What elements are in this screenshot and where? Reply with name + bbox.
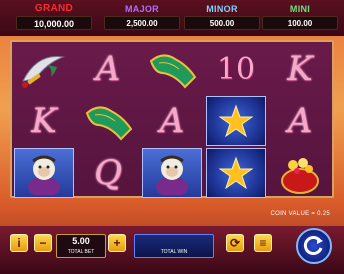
jackpot-mini-value: 100.00 (262, 16, 338, 30)
star-icon (219, 156, 253, 190)
jackpot-bar: GRAND 10,000.00 MAJOR 2,500.00 MINOR 500… (0, 0, 344, 36)
jackpot-mini: MINI 100.00 (262, 4, 338, 34)
symbol-k: K (270, 44, 330, 94)
jackpot-major-value: 2,500.00 (104, 16, 180, 30)
jackpot-major-label: MAJOR (124, 4, 159, 14)
jackpot-minor-label: MINOR (206, 4, 238, 14)
symbol-q: Q (78, 148, 138, 198)
jackpot-grand-value: 10,000.00 (16, 16, 92, 30)
info-button[interactable]: i (10, 234, 28, 252)
total-bet-display: 5.00 TOTAL BET (56, 234, 106, 258)
star-tile (206, 148, 266, 198)
total-win-label: TOTAL WIN (160, 249, 188, 255)
magic-carpet-icon (85, 106, 133, 141)
reel-symbol-text: A (95, 49, 121, 89)
coin-value: COIN VALUE = 0.25 (270, 211, 330, 217)
reel-symbol-text: K (287, 49, 313, 89)
reel-symbol-text: 10 (216, 51, 256, 87)
spin-arrow-icon (303, 236, 323, 255)
total-bet-value: 5.00 (72, 236, 90, 246)
minus-icon: − (39, 236, 47, 250)
symbol-a: A (270, 96, 330, 146)
monkey-tile (14, 148, 74, 198)
sword-icon (22, 56, 65, 88)
jackpot-minor-value: 500.00 (184, 16, 260, 30)
monkey-tile (142, 148, 202, 198)
total-bet-label: TOTAL BET (67, 249, 95, 255)
jackpot-grand-label: GRAND (34, 3, 74, 14)
total-win-display: TOTAL WIN (134, 234, 214, 258)
autoplay-icon: ⟳ (229, 236, 241, 250)
star-tile (206, 96, 266, 146)
star-icon (219, 104, 253, 138)
symbol-carpet (78, 96, 138, 146)
magic-carpet-icon (149, 54, 197, 89)
monkey-icon (28, 155, 60, 195)
reel-symbol-text: A (287, 101, 313, 141)
symbol-sword (14, 44, 74, 94)
reel-grid: A 10 K K A A Q (10, 40, 334, 198)
spin-button[interactable] (296, 228, 332, 264)
plus-icon: + (113, 236, 121, 250)
symbol-carpet (142, 44, 202, 94)
monkey-icon (156, 155, 188, 195)
reel-symbol-text: Q (94, 153, 122, 193)
increase-bet-button[interactable]: + (108, 234, 126, 252)
symbol-star (206, 148, 266, 198)
symbol-star (206, 96, 266, 146)
reel-symbol-text: A (159, 101, 185, 141)
symbol-monkey (142, 148, 202, 198)
reel-symbol-text: K (31, 101, 57, 141)
turbo-icon: ≡ (259, 236, 267, 250)
jackpot-grand: GRAND 10,000.00 (16, 4, 92, 34)
decrease-bet-button[interactable]: − (34, 234, 52, 252)
jackpot-minor: MINOR 500.00 (184, 4, 260, 34)
treasure-pot-icon (281, 158, 319, 194)
symbol-10: 10 (206, 44, 266, 94)
symbol-k: K (14, 96, 74, 146)
info-icon: i (17, 236, 21, 250)
turbo-button[interactable]: ≡ (254, 234, 272, 252)
autoplay-button[interactable]: ⟳ (226, 234, 244, 252)
control-bar: i − 5.00 TOTAL BET + TOTAL WIN ⟳ ≡ (0, 226, 344, 274)
symbol-treasure-pot (270, 148, 330, 198)
symbol-a: A (142, 96, 202, 146)
jackpot-mini-label: MINI (289, 4, 311, 14)
jackpot-major: MAJOR 2,500.00 (104, 4, 180, 34)
symbol-monkey (14, 148, 74, 198)
symbol-a: A (78, 44, 138, 94)
